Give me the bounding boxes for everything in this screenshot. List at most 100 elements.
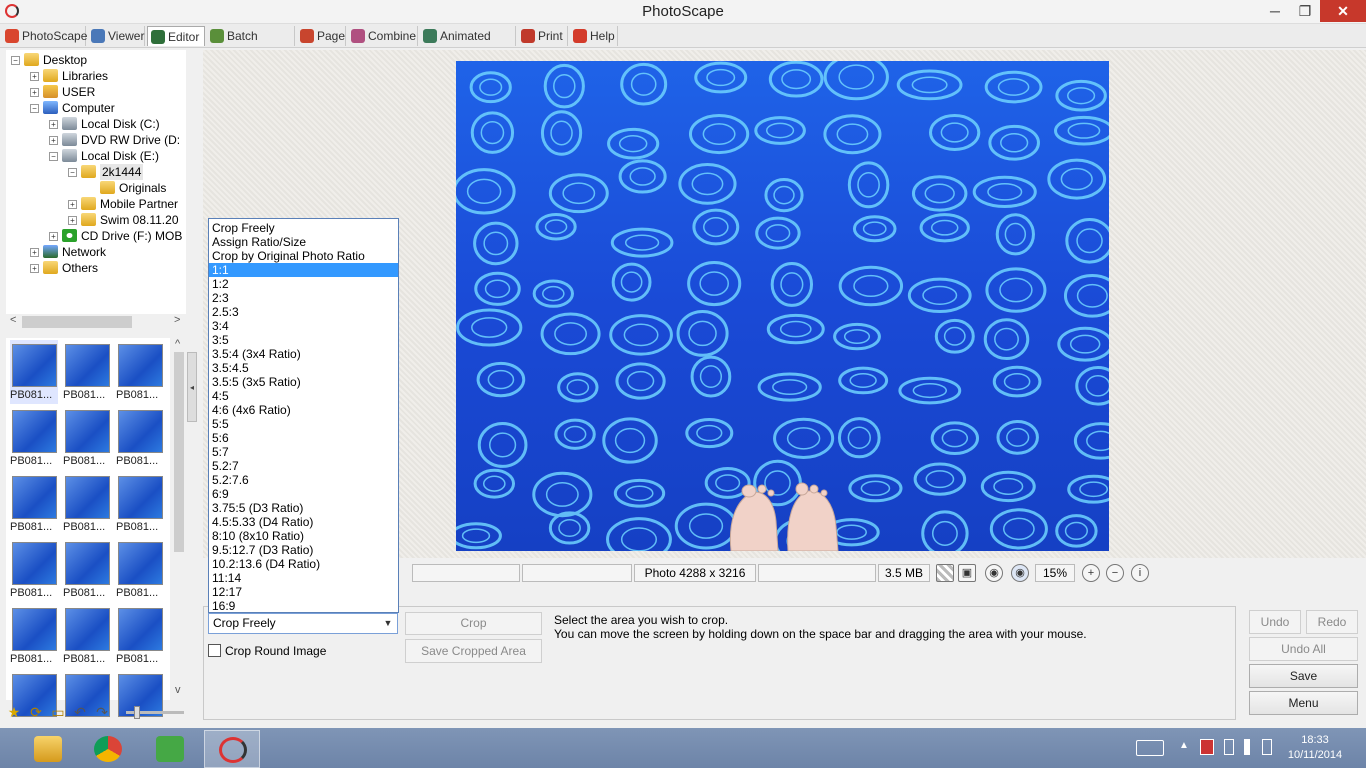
expand-icon[interactable]: +: [30, 72, 39, 81]
crop-ratio-option[interactable]: 12:17: [209, 585, 398, 599]
thumbnail-item[interactable]: PB081...: [63, 538, 111, 602]
thumbnail-size-slider[interactable]: [126, 706, 184, 719]
scroll-thumb[interactable]: [174, 352, 184, 552]
photo-preview[interactable]: [456, 61, 1109, 551]
thumbnail-item[interactable]: PB081...: [116, 406, 164, 470]
scroll-down-icon[interactable]: v: [175, 684, 181, 696]
crop-ratio-option[interactable]: 8:10 (8x10 Ratio): [209, 529, 398, 543]
tab-page[interactable]: Page: [297, 26, 346, 46]
thumbnail-item[interactable]: PB081...: [63, 472, 111, 536]
undo-all-button[interactable]: Undo All: [1249, 637, 1358, 661]
crop-ratio-option[interactable]: 1:2: [209, 277, 398, 291]
crop-ratio-option[interactable]: 4:5: [209, 389, 398, 403]
undo-button[interactable]: Undo: [1249, 610, 1301, 634]
maximize-button[interactable]: ❐: [1290, 0, 1320, 22]
crop-button[interactable]: Crop: [405, 612, 542, 635]
expand-icon[interactable]: +: [49, 232, 58, 241]
keyboard-icon[interactable]: [1136, 740, 1164, 756]
crop-ratio-option[interactable]: 2.5:3: [209, 305, 398, 319]
crop-ratio-option[interactable]: 3.5:5 (3x5 Ratio): [209, 375, 398, 389]
expand-icon[interactable]: +: [30, 88, 39, 97]
thumbnail-item[interactable]: PB081...: [116, 472, 164, 536]
crop-ratio-option[interactable]: 2:3: [209, 291, 398, 305]
thumbnail-item[interactable]: PB081...: [10, 604, 58, 668]
crop-mode-select[interactable]: Crop Freely ▼: [208, 613, 398, 634]
scroll-up-icon[interactable]: ^: [175, 338, 180, 350]
tree-horizontal-scrollbar[interactable]: < >: [6, 314, 186, 330]
redo-button[interactable]: Redo: [1306, 610, 1358, 634]
crop-ratio-option[interactable]: 5.2:7: [209, 459, 398, 473]
crop-ratio-option[interactable]: 16:9: [209, 599, 398, 613]
crop-ratio-option[interactable]: 3:4: [209, 319, 398, 333]
tab-print[interactable]: Print: [518, 26, 568, 46]
collapse-icon[interactable]: −: [49, 152, 58, 161]
slider-knob[interactable]: [134, 706, 140, 719]
folder-open-icon[interactable]: ▭: [50, 704, 66, 720]
scroll-right-icon[interactable]: >: [174, 314, 180, 326]
crop-ratio-option[interactable]: 1:1: [209, 263, 398, 277]
tab-viewer[interactable]: Viewer: [88, 26, 145, 46]
crop-ratio-option[interactable]: 4:6 (4x6 Ratio): [209, 403, 398, 417]
expand-icon[interactable]: +: [30, 248, 39, 257]
tab-editor[interactable]: Editor: [147, 26, 205, 46]
thumbnail-item[interactable]: PB081...: [116, 340, 164, 404]
close-button[interactable]: ✕: [1320, 0, 1366, 22]
thumbnail-item[interactable]: PB081...: [63, 406, 111, 470]
crop-ratio-option[interactable]: 3.75:5 (D3 Ratio): [209, 501, 398, 515]
collapse-icon[interactable]: −: [30, 104, 39, 113]
taskbar-mobile-partner[interactable]: [142, 730, 198, 768]
crop-ratio-option[interactable]: 3.5:4 (3x4 Ratio): [209, 347, 398, 361]
show-hidden-icons-icon[interactable]: ▲: [1179, 740, 1189, 751]
volume-icon[interactable]: [1244, 739, 1258, 755]
expand-icon[interactable]: +: [49, 120, 58, 129]
photo-info-icon[interactable]: i: [1131, 564, 1149, 582]
rotate-right-icon[interactable]: ↷: [94, 704, 110, 720]
thumbnail-item[interactable]: PB081...: [116, 538, 164, 602]
network-alert-icon[interactable]: [1200, 739, 1214, 755]
thumbnail-item[interactable]: PB081...: [10, 472, 58, 536]
thumbnail-item[interactable]: PB081...: [10, 538, 58, 602]
clock-date[interactable]: 10/11/2014: [1280, 749, 1350, 761]
crop-ratio-option[interactable]: 5.2:7.6: [209, 473, 398, 487]
crop-ratio-option[interactable]: 5:6: [209, 431, 398, 445]
crop-ratio-option[interactable]: Assign Ratio/Size: [209, 235, 398, 249]
favorite-icon[interactable]: ★: [6, 704, 22, 720]
crop-ratio-option[interactable]: 9.5:12.7 (D3 Ratio): [209, 543, 398, 557]
crop-ratio-option[interactable]: 5:7: [209, 445, 398, 459]
minimize-button[interactable]: ─: [1260, 0, 1290, 22]
clock-time[interactable]: 18:33: [1280, 734, 1350, 746]
expand-icon[interactable]: +: [68, 200, 77, 209]
chevron-down-icon[interactable]: ▼: [381, 616, 395, 631]
checkerboard-icon[interactable]: [936, 564, 954, 582]
tab-batch-editor[interactable]: Batch Editor: [207, 26, 295, 63]
thumbnail-item[interactable]: PB081...: [63, 340, 111, 404]
crop-ratio-option[interactable]: Crop by Original Photo Ratio: [209, 249, 398, 263]
crop-ratio-option[interactable]: 11:14: [209, 571, 398, 585]
taskbar-chrome[interactable]: [80, 730, 136, 768]
scroll-left-icon[interactable]: <: [10, 314, 16, 326]
collapse-icon[interactable]: −: [11, 56, 20, 65]
expand-icon[interactable]: +: [68, 216, 77, 225]
crop-ratio-option[interactable]: 3:5: [209, 333, 398, 347]
expand-icon[interactable]: +: [30, 264, 39, 273]
tab-combine[interactable]: Combine: [348, 26, 418, 46]
tab-animated-gif[interactable]: Animated GIF: [420, 26, 516, 63]
crop-ratio-option[interactable]: 5:5: [209, 417, 398, 431]
zoom-fit-icon[interactable]: ◉: [985, 564, 1003, 582]
refresh-icon[interactable]: ⟳: [28, 704, 44, 720]
crop-ratio-option[interactable]: 4.5:5.33 (D4 Ratio): [209, 515, 398, 529]
crop-ratio-dropdown-list[interactable]: Crop Freely Assign Ratio/Size Crop by Orig…: [208, 218, 399, 613]
zoom-actual-icon[interactable]: ◉: [1011, 564, 1029, 582]
crop-ratio-option[interactable]: Crop Freely: [209, 221, 398, 235]
expand-icon[interactable]: +: [49, 136, 58, 145]
scroll-thumb[interactable]: [22, 316, 132, 328]
thumbnail-vertical-scrollbar[interactable]: ^ v: [172, 338, 186, 700]
thumbnail-item[interactable]: PB081...: [10, 406, 58, 470]
crop-ratio-option[interactable]: 10.2:13.6 (D4 Ratio): [209, 557, 398, 571]
fit-screen-icon[interactable]: ▣: [958, 564, 976, 582]
collapse-icon[interactable]: −: [68, 168, 77, 177]
save-button[interactable]: Save: [1249, 664, 1358, 688]
zoom-in-icon[interactable]: +: [1082, 564, 1100, 582]
menu-button[interactable]: Menu: [1249, 691, 1358, 715]
action-center-icon[interactable]: [1262, 739, 1272, 755]
